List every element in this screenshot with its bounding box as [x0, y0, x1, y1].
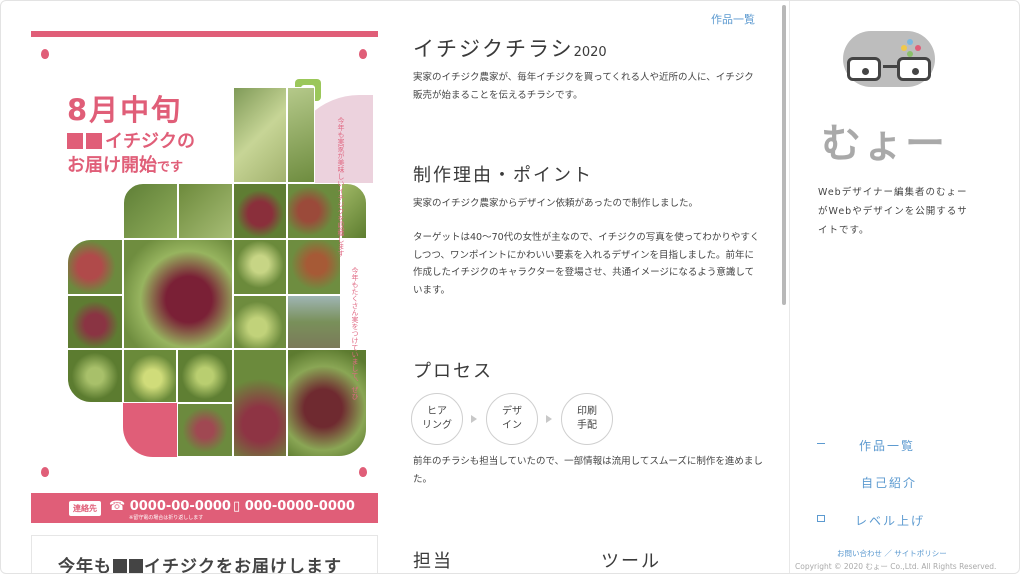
copyright: Copyright © 2020 むょー Co.,Ltd. All Rights… [795, 562, 997, 571]
flyer-subtitle-1: イチジクの [67, 127, 195, 153]
gamepad-button-icon [901, 45, 907, 51]
fig-photo [67, 295, 123, 349]
fig-corner-icon [359, 49, 367, 59]
fig-photo [233, 87, 287, 183]
fig-photo [123, 239, 233, 349]
dash-icon [817, 443, 825, 444]
fig-corner-icon [359, 467, 367, 477]
process-step-hearing: ヒア リング [411, 393, 463, 445]
fig-photo [287, 295, 341, 349]
site-brand-name[interactable]: むょー [821, 111, 947, 169]
flyer-vertical-text: 今年も実家が美味しいイチジクを収穫します [337, 117, 345, 257]
process-heading: プロセス [413, 361, 493, 382]
sidebar-divider [789, 1, 790, 573]
fig-photo [178, 183, 233, 239]
reason-text-2: ターゲットは40〜70代の女性が主なので、イチジクの写真を使ってわかりやすくしつ… [413, 232, 760, 296]
second-flyer-image: 今年も イチジクをお届けします [31, 535, 378, 574]
fig-photo [177, 349, 233, 403]
fig-photo [67, 239, 123, 295]
footer-links[interactable]: お問い合わせ ／ サイトポリシー [837, 548, 947, 559]
fig-photo [123, 349, 177, 403]
flyer-headline: 8月中旬 [67, 93, 183, 127]
phone-number: ☎ 0000-00-0000 ※留守電の場合は折り返しします [109, 499, 231, 521]
glasses-icon [847, 57, 881, 81]
reason-text-1: 実家のイチジク農家からデザイン依頼があったので制作しました。 [413, 198, 699, 209]
fig-photo [287, 87, 315, 183]
flyer-contact-bar: 連絡先 ☎ 0000-00-0000 ※留守電の場合は折り返しします ▯ 000-… [31, 493, 378, 523]
second-flyer-title: 今年も イチジクをお届けします [58, 557, 342, 574]
process-note: 前年のチラシも担当していたので、一部情報は流用してスムーズに制作を進めました。 [413, 456, 763, 485]
fig-photo [177, 403, 233, 457]
fig-corner-icon [41, 49, 49, 59]
fig-corner-icon [41, 467, 49, 477]
fig-photo [67, 349, 123, 403]
box-icon [817, 515, 825, 522]
gamepad-button-icon [915, 45, 921, 51]
mobile-number: ▯ 000-0000-0000 [233, 499, 355, 514]
fig-photo [123, 183, 178, 239]
arrow-right-icon [546, 415, 552, 423]
tools-heading: ツール [601, 551, 661, 572]
works-list-link[interactable]: 作品一覧 [711, 11, 755, 27]
page-title: イチジクチラシ2020 [413, 37, 607, 61]
flyer-pink-block [123, 403, 177, 457]
process-step-print: 印刷 手配 [561, 393, 613, 445]
gamepad-button-icon [907, 39, 913, 45]
fig-photo [233, 349, 287, 457]
browser-page: 8月中旬 イチジクの お届け開始です 今年も実家が美味しいイチジクを収穫します … [0, 0, 1020, 574]
flyer-vertical-text: 今年もたくさん実をつけていまして、ぜひ [351, 267, 359, 400]
contact-badge: 連絡先 [69, 501, 101, 516]
arrow-right-icon [471, 415, 477, 423]
glasses-icon [897, 57, 931, 81]
scrollbar-thumb[interactable] [782, 5, 786, 305]
nav-item-works[interactable]: 作品一覧 [817, 437, 915, 454]
fig-photo [233, 183, 287, 239]
fig-photo [233, 239, 287, 295]
flyer-image: 8月中旬 イチジクの お届け開始です 今年も実家が美味しいイチジクを収穫します … [31, 31, 378, 523]
fig-photo [233, 295, 287, 349]
role-heading: 担当 [413, 551, 453, 572]
reason-heading: 制作理由・ポイント [413, 165, 593, 186]
intro-text: 実家のイチジク農家が、毎年イチジクを買ってくれる人や近所の人に、イチジク販売が始… [413, 72, 754, 101]
process-step-design: デザ イン [486, 393, 538, 445]
nav-item-level-up[interactable]: レベル上げ [817, 512, 925, 529]
nav-item-about[interactable]: 自己紹介 [817, 474, 917, 491]
site-description: Webデザイナー編集者のむょーがWebやデザインを公開するサイトです。 [818, 187, 968, 236]
flyer-subtitle-2: お届け開始です [67, 155, 184, 176]
glasses-bridge [883, 65, 897, 68]
